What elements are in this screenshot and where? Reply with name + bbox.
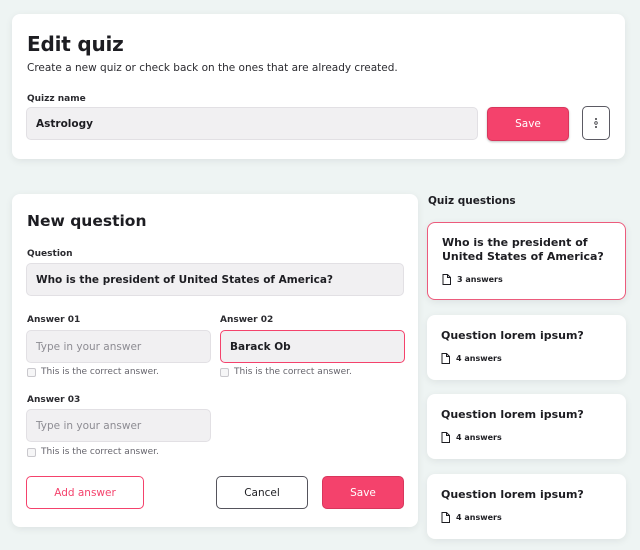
add-answer-button[interactable]: Add answer: [26, 476, 144, 509]
quiz-questions-heading: Quiz questions: [428, 195, 516, 207]
quiz-question-title: Question lorem ipsum?: [441, 408, 584, 421]
edit-quiz-card: Edit quiz Create a new quiz or check bac…: [12, 14, 625, 159]
new-question-card: New question Question Who is the preside…: [12, 194, 418, 527]
answer-02-input[interactable]: Barack Ob: [220, 330, 405, 363]
question-input[interactable]: Who is the president of United States of…: [26, 263, 404, 296]
answer-01-input[interactable]: Type in your answer: [26, 330, 211, 363]
quiz-question-card[interactable]: Question lorem ipsum? 4 answers: [427, 474, 626, 539]
more-vertical-icon: [594, 118, 598, 128]
save-quiz-button[interactable]: Save: [487, 107, 569, 141]
answer-01-correct-label: This is the correct answer.: [41, 367, 159, 377]
answer-02-correct-label: This is the correct answer.: [234, 367, 352, 377]
answer-count: 4 answers: [456, 513, 502, 522]
quiz-question-card[interactable]: Question lorem ipsum? 4 answers: [427, 394, 626, 459]
quiz-question-meta: 3 answers: [442, 274, 503, 285]
answer-02-correct-checkbox[interactable]: [220, 367, 229, 377]
quiz-question-title: Question lorem ipsum?: [441, 488, 584, 501]
answer-02-correct-row[interactable]: This is the correct answer.: [220, 367, 352, 377]
document-icon: [442, 274, 451, 285]
answer-03-correct-label: This is the correct answer.: [41, 447, 159, 457]
quiz-question-title: Question lorem ipsum?: [441, 329, 584, 342]
answer-02-label: Answer 02: [220, 315, 274, 325]
quiz-question-title: Who is the president of United States of…: [442, 236, 604, 263]
answer-count: 4 answers: [456, 354, 502, 363]
quiz-question-meta: 4 answers: [441, 432, 502, 443]
answer-count: 4 answers: [456, 433, 502, 442]
question-label: Question: [27, 249, 73, 259]
quiz-name-input[interactable]: Astrology: [26, 107, 478, 140]
document-icon: [441, 353, 450, 364]
answer-01-label: Answer 01: [27, 315, 81, 325]
cancel-button[interactable]: Cancel: [216, 476, 308, 509]
page-title: Edit quiz: [27, 32, 124, 56]
answer-03-correct-checkbox[interactable]: [27, 447, 36, 457]
answer-03-label: Answer 03: [27, 395, 81, 405]
answer-count: 3 answers: [457, 275, 503, 284]
answer-03-input[interactable]: Type in your answer: [26, 409, 211, 442]
new-question-title: New question: [27, 212, 147, 230]
document-icon: [441, 512, 450, 523]
more-options-button[interactable]: [582, 106, 610, 140]
quiz-name-label: Quizz name: [27, 94, 86, 104]
page-subtitle: Create a new quiz or check back on the o…: [27, 62, 398, 74]
save-question-button[interactable]: Save: [322, 476, 404, 509]
document-icon: [441, 432, 450, 443]
answer-01-correct-checkbox[interactable]: [27, 367, 36, 377]
answer-03-correct-row[interactable]: This is the correct answer.: [27, 447, 159, 457]
quiz-question-meta: 4 answers: [441, 512, 502, 523]
quiz-question-card[interactable]: Question lorem ipsum? 4 answers: [427, 315, 626, 380]
answer-01-correct-row[interactable]: This is the correct answer.: [27, 367, 159, 377]
quiz-question-card-selected[interactable]: Who is the president of United States of…: [427, 222, 626, 300]
quiz-question-meta: 4 answers: [441, 353, 502, 364]
